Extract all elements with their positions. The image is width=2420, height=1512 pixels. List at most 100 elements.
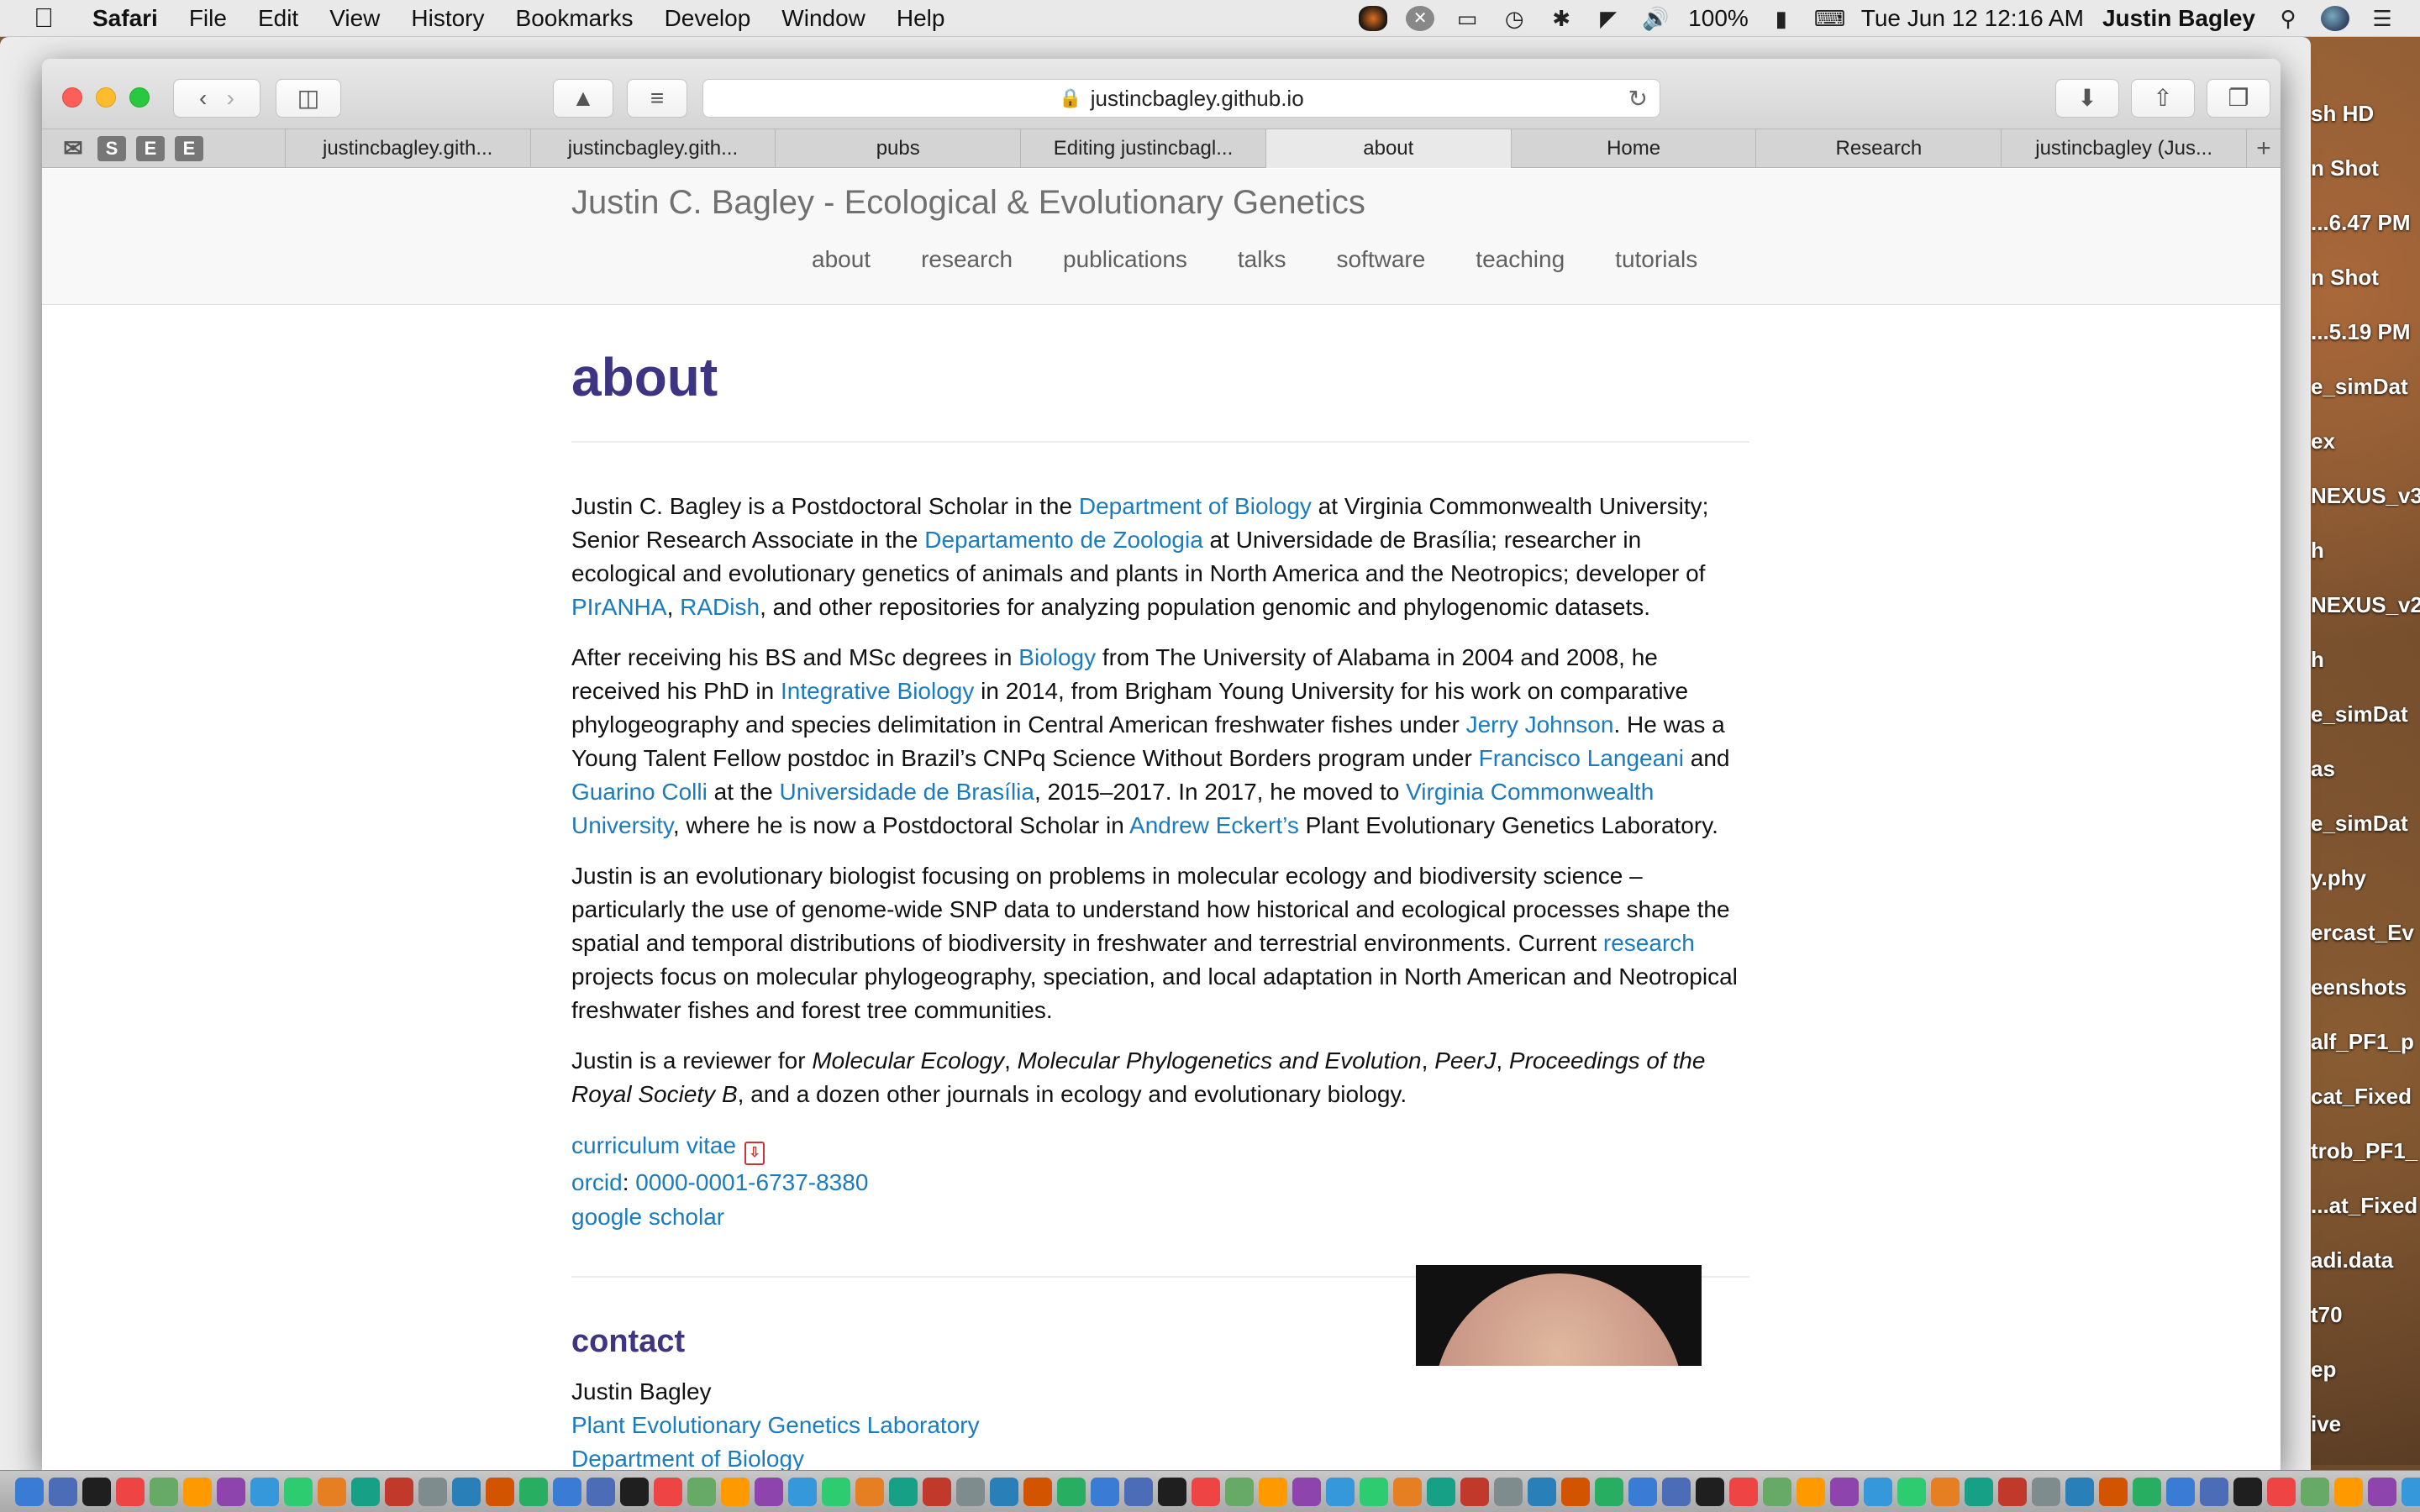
notification-center-icon[interactable]: ☰: [2368, 6, 2396, 31]
link-andrew-eckert[interactable]: Andrew Eckert’s: [1129, 812, 1299, 838]
dock-app-icon[interactable]: [418, 1477, 447, 1506]
desktop-file[interactable]: ex: [2311, 399, 2420, 454]
desktop-file[interactable]: NEXUS_v2: [2311, 563, 2420, 617]
monarch-icon[interactable]: [1359, 5, 1388, 31]
dock-app-icon[interactable]: [1864, 1477, 1892, 1506]
link-plant-evolutionary-genetics-lab[interactable]: Plant Evolutionary Genetics Laboratory: [571, 1412, 980, 1438]
downloads-button[interactable]: ⬇: [2055, 79, 2119, 118]
airplay-icon[interactable]: ▭: [1453, 6, 1481, 31]
dock-app-icon[interactable]: [956, 1477, 985, 1506]
dock-app-icon[interactable]: [1931, 1477, 1960, 1506]
dock-app-icon[interactable]: [1460, 1477, 1489, 1506]
dock-app-icon[interactable]: [587, 1477, 615, 1506]
dock-app-icon[interactable]: [1427, 1477, 1455, 1506]
dock-app-icon[interactable]: [452, 1477, 481, 1506]
tab-8[interactable]: justincbagley (Jus...: [2002, 129, 2248, 168]
desktop-file[interactable]: h: [2311, 508, 2420, 563]
bluetooth-icon[interactable]: ✱: [1547, 6, 1576, 31]
dock-app-icon[interactable]: [855, 1477, 884, 1506]
link-contact-department-of-biology[interactable]: Department of Biology: [571, 1446, 804, 1470]
tab-2[interactable]: justincbagley.gith...: [531, 129, 776, 168]
new-tab-plus-icon[interactable]: +: [2247, 129, 2281, 167]
desktop-file[interactable]: ive: [2311, 1382, 2420, 1436]
dock-app-icon[interactable]: [755, 1477, 783, 1506]
menu-bookmarks[interactable]: Bookmarks: [516, 5, 634, 32]
blocked-status-icon[interactable]: ✕: [1406, 5, 1435, 31]
dock-app-icon[interactable]: [923, 1477, 951, 1506]
dock-app-icon[interactable]: [150, 1477, 178, 1506]
link-radish[interactable]: RADish: [680, 594, 760, 620]
desktop-file[interactable]: ...6.47 PM: [2311, 181, 2420, 235]
dock-app-icon[interactable]: [519, 1477, 548, 1506]
web-page[interactable]: Justin C. Bagley - Ecological & Evolutio…: [42, 169, 2281, 1470]
tab-3[interactable]: pubs: [776, 129, 1022, 168]
dock-app-icon[interactable]: [721, 1477, 750, 1506]
url-text[interactable]: justincbagley.github.io: [1091, 86, 1304, 112]
desktop-file[interactable]: e_simDat: [2311, 672, 2420, 727]
dock-app-icon[interactable]: [1057, 1477, 1086, 1506]
dock-app-icon[interactable]: [2099, 1477, 2128, 1506]
desktop-file[interactable]: cat_Fixed: [2311, 1054, 2420, 1109]
link-curriculum-vitae[interactable]: curriculum vitae: [571, 1132, 736, 1158]
desktop-file[interactable]: n Shot: [2311, 126, 2420, 181]
dock-app-icon[interactable]: [2301, 1477, 2329, 1506]
dock-app-icon[interactable]: [1192, 1477, 1220, 1506]
window-zoom-button[interactable]: [129, 87, 150, 108]
dock-app-icon[interactable]: [2200, 1477, 2228, 1506]
menu-history[interactable]: History: [411, 5, 484, 32]
dock-app-icon[interactable]: [1830, 1477, 1859, 1506]
dock-app-icon[interactable]: [620, 1477, 649, 1506]
desktop-file[interactable]: eenshots: [2311, 945, 2420, 1000]
dock-app-icon[interactable]: [15, 1477, 44, 1506]
tab-4[interactable]: Editing justincbagl...: [1021, 129, 1266, 168]
dock-app-icon[interactable]: [2166, 1477, 2195, 1506]
dock-app-icon[interactable]: [49, 1477, 77, 1506]
desktop-file[interactable]: adi.data: [2311, 1218, 2420, 1273]
dock-app-icon[interactable]: [2267, 1477, 2296, 1506]
apple-menu-icon[interactable]: : [17, 3, 71, 34]
tab-overview-button[interactable]: ❐: [2207, 79, 2270, 118]
layers-button[interactable]: ≡: [627, 79, 687, 118]
desktop-file[interactable]: n Shot: [2311, 235, 2420, 290]
dock-app-icon[interactable]: [284, 1477, 313, 1506]
dock-app-icon[interactable]: [116, 1477, 145, 1506]
dock-app-icon[interactable]: [990, 1477, 1018, 1506]
link-universidade-de-brasilia[interactable]: Universidade de Brasília: [779, 779, 1034, 805]
keyboard-icon[interactable]: ⌨: [1814, 6, 1846, 31]
dock-app-icon[interactable]: [1124, 1477, 1153, 1506]
desktop-file[interactable]: h: [2311, 617, 2420, 672]
dock-app-icon[interactable]: [553, 1477, 581, 1506]
dock-app-icon[interactable]: [687, 1477, 716, 1506]
dock-app-icon[interactable]: [2334, 1477, 2363, 1506]
dock-app-icon[interactable]: [1797, 1477, 1825, 1506]
siri-icon[interactable]: [2321, 5, 2349, 31]
battery-icon[interactable]: ▮: [1767, 6, 1796, 31]
desktop-file[interactable]: trob_PF1_: [2311, 1109, 2420, 1163]
volume-icon[interactable]: 🔊: [1641, 6, 1670, 31]
dock-app-icon[interactable]: [654, 1477, 682, 1506]
desktop-file[interactable]: t70: [2311, 1273, 2420, 1327]
tab-5-active[interactable]: about: [1265, 129, 1512, 168]
dock-app-icon[interactable]: [1158, 1477, 1186, 1506]
link-jerry-johnson[interactable]: Jerry Johnson: [1466, 711, 1614, 738]
dock-app-icon[interactable]: [1965, 1477, 1993, 1506]
dock-app-icon[interactable]: [1662, 1477, 1691, 1506]
dock-app-icon[interactable]: [1628, 1477, 1657, 1506]
address-bar[interactable]: 🔒 justincbagley.github.io ↻: [702, 79, 1660, 118]
dock-app-icon[interactable]: [1729, 1477, 1758, 1506]
dock-app-icon[interactable]: [318, 1477, 346, 1506]
dock-app-icon[interactable]: [2402, 1477, 2420, 1506]
forward-chevron-icon[interactable]: ›: [227, 85, 234, 111]
desktop-file[interactable]: sh HD: [2311, 76, 2420, 126]
dock-app-icon[interactable]: [2233, 1477, 2262, 1506]
menu-window[interactable]: Window: [781, 5, 865, 32]
desktop-file[interactable]: ...at_Fixed: [2311, 1163, 2420, 1218]
link-google-scholar[interactable]: google scholar: [571, 1204, 724, 1230]
dock-app-icon[interactable]: [82, 1477, 111, 1506]
dock-app-icon[interactable]: [217, 1477, 245, 1506]
pinned-tab-e1[interactable]: E: [136, 135, 165, 161]
nav-about[interactable]: about: [812, 246, 871, 273]
dock-app-icon[interactable]: [1326, 1477, 1355, 1506]
pinned-tab-s[interactable]: S: [97, 135, 126, 161]
dock-app-icon[interactable]: [1897, 1477, 1926, 1506]
